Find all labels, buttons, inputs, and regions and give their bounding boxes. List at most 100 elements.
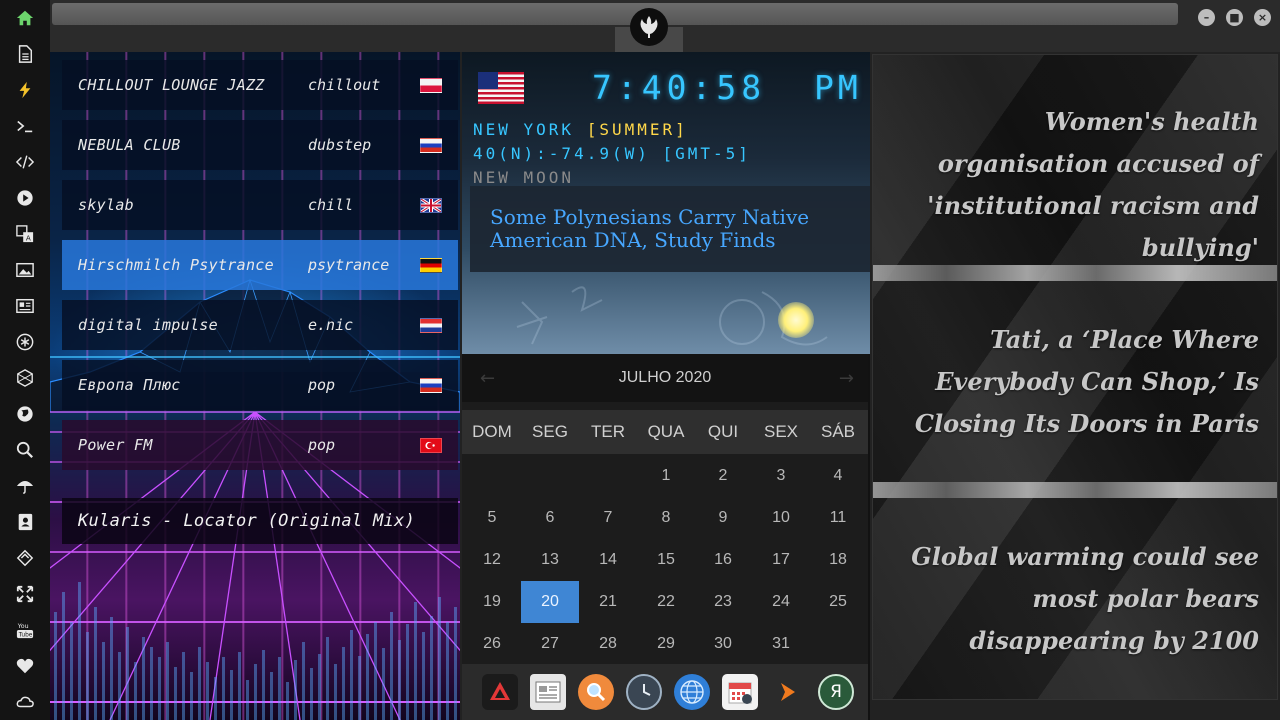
now-playing-title: Kularis - Locator (Original Mix): [78, 511, 416, 531]
hexagon-icon[interactable]: [13, 366, 37, 390]
maximize-button[interactable]: ■: [1226, 9, 1243, 26]
calendar-day[interactable]: 19: [463, 581, 521, 623]
contacts-icon[interactable]: [13, 510, 37, 534]
calendar-day[interactable]: 27: [521, 623, 579, 665]
minimize-button[interactable]: –: [1198, 9, 1215, 26]
news-headline-card[interactable]: Some Polynesians Carry Native American D…: [470, 186, 870, 272]
search-icon[interactable]: [13, 438, 37, 462]
news-headline[interactable]: Tati, a ‘Place Where Everybody Can Shop,…: [879, 319, 1259, 445]
calendar-day-today[interactable]: 20: [521, 581, 579, 623]
calendar-weekdays: DOM SEG TER QUA QUI SEX SÁB: [462, 410, 868, 454]
calendar-day[interactable]: 25: [809, 581, 867, 623]
station-genre: dubstep: [308, 136, 372, 154]
clock-time: 7:40:58: [592, 68, 767, 107]
calendar-day[interactable]: 26: [463, 623, 521, 665]
news-reader-icon[interactable]: [530, 674, 566, 710]
svg-text:You: You: [17, 623, 29, 630]
station-name: CHILLOUT LOUNGE JAZZ: [78, 76, 265, 94]
globe-icon[interactable]: [674, 674, 710, 710]
calendar-day[interactable]: 17: [752, 539, 810, 581]
calendar-day[interactable]: 16: [694, 539, 752, 581]
clock-city: NEW YORK: [473, 120, 575, 139]
calendar-day[interactable]: 18: [809, 539, 867, 581]
clock-icon[interactable]: [626, 674, 662, 710]
app-sidebar: A You Tube: [0, 0, 50, 720]
calendar-day[interactable]: 30: [694, 623, 752, 665]
image-icon[interactable]: [13, 258, 37, 282]
station-name: NEBULA CLUB: [78, 136, 181, 154]
calendar-day[interactable]: 15: [637, 539, 695, 581]
station-row[interactable]: Power FM pop: [62, 420, 458, 470]
globe-icon[interactable]: [13, 402, 37, 426]
search-icon[interactable]: [578, 674, 614, 710]
calendar-day[interactable]: 29: [637, 623, 695, 665]
calendar-day[interactable]: 23: [694, 581, 752, 623]
calendar-day[interactable]: 12: [463, 539, 521, 581]
calendar-day[interactable]: 7: [579, 497, 637, 539]
news-icon[interactable]: [13, 294, 37, 318]
calendar-day[interactable]: 10: [752, 497, 810, 539]
calendar-day[interactable]: 9: [694, 497, 752, 539]
station-genre: chill: [308, 196, 354, 214]
calendar-day[interactable]: 6: [521, 497, 579, 539]
calendar-icon[interactable]: [722, 674, 758, 710]
address-bar[interactable]: [52, 3, 1178, 25]
close-button[interactable]: ×: [1254, 9, 1271, 26]
youtube-icon[interactable]: You Tube: [13, 618, 37, 642]
news-headline[interactable]: Global warming could see most polar bear…: [879, 536, 1259, 662]
station-row[interactable]: digital impulse e.nic: [62, 300, 458, 350]
arrow-icon[interactable]: [770, 674, 806, 710]
yandex-icon[interactable]: Я: [818, 674, 854, 710]
svg-text:Tube: Tube: [18, 632, 33, 638]
calendar-day[interactable]: 22: [637, 581, 695, 623]
calendar-day[interactable]: 2: [694, 455, 752, 497]
station-genre: pop: [308, 436, 336, 454]
terminal-icon[interactable]: [13, 114, 37, 138]
heart-icon[interactable]: [13, 654, 37, 678]
next-month-button[interactable]: →: [839, 368, 854, 389]
rebel-alliance-icon[interactable]: [630, 8, 668, 46]
tag-icon[interactable]: [13, 546, 37, 570]
station-row[interactable]: CHILLOUT LOUNGE JAZZ chillout: [62, 60, 458, 110]
expand-icon[interactable]: [13, 582, 37, 606]
svg-text:A: A: [26, 233, 31, 242]
sky-background: 7:40:58 PM NEW YORK [SUMMER] 40(N):-74.9…: [462, 52, 870, 354]
station-row[interactable]: skylab chill: [62, 180, 458, 230]
station-row-selected[interactable]: Hirschmilch Psytrance psytrance: [62, 240, 458, 290]
equalizer-visualizer: [54, 582, 457, 720]
lightning-icon[interactable]: [13, 78, 37, 102]
code-icon[interactable]: [13, 150, 37, 174]
calendar-day[interactable]: 13: [521, 539, 579, 581]
asterisk-icon[interactable]: [13, 330, 37, 354]
calendar-day[interactable]: 8: [637, 497, 695, 539]
calendar-day[interactable]: 3: [752, 455, 810, 497]
anydesk-icon[interactable]: [482, 674, 518, 710]
calendar-day[interactable]: 4: [809, 455, 867, 497]
translate-icon[interactable]: A: [13, 222, 37, 246]
clock-ampm: PM: [814, 68, 862, 107]
station-row[interactable]: NEBULA CLUB dubstep: [62, 120, 458, 170]
document-icon[interactable]: [13, 42, 37, 66]
calendar-day[interactable]: 14: [579, 539, 637, 581]
flag-russia-icon: [420, 137, 442, 153]
calendar-day[interactable]: 28: [579, 623, 637, 665]
home-icon[interactable]: [13, 6, 37, 30]
now-playing-bar[interactable]: Kularis - Locator (Original Mix): [62, 498, 458, 544]
weekday-label: SÁB: [820, 422, 856, 441]
news-headline[interactable]: Women's health organisation accused of '…: [879, 101, 1259, 269]
calendar-day[interactable]: 5: [463, 497, 521, 539]
desktop: A You Tube – ■ × CHILLOUT LOUNGE JAZZ ch…: [0, 0, 1280, 720]
station-row[interactable]: Европа Плюс pop: [62, 360, 458, 410]
play-icon[interactable]: [13, 186, 37, 210]
cloud-icon[interactable]: [13, 690, 37, 714]
calendar-day[interactable]: 24: [752, 581, 810, 623]
calendar-day[interactable]: 11: [809, 497, 867, 539]
umbrella-icon[interactable]: [13, 474, 37, 498]
calendar-day[interactable]: 31: [752, 623, 810, 665]
calendar-day[interactable]: 21: [579, 581, 637, 623]
prev-month-button[interactable]: ←: [480, 368, 495, 389]
calendar-month: JULHO 2020: [618, 369, 712, 386]
weekday-label: QUA: [647, 422, 685, 441]
calendar-day[interactable]: 1: [637, 455, 695, 497]
station-name: Европа Плюс: [78, 376, 181, 394]
